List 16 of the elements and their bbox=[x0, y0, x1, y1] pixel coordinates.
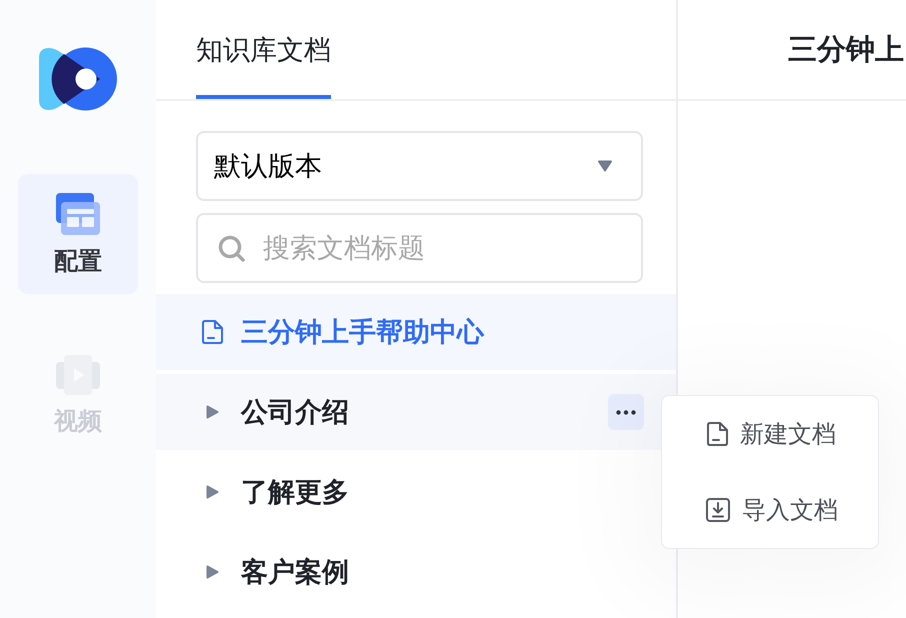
caret-down-icon bbox=[597, 160, 613, 172]
logo-icon bbox=[39, 47, 117, 111]
tree-item[interactable]: 三分钟上手帮助中心 bbox=[156, 294, 676, 370]
tab[interactable]: 知识库文档 bbox=[196, 0, 331, 99]
more-icon bbox=[616, 410, 636, 414]
document-icon bbox=[201, 320, 223, 344]
nav-item[interactable]: 配置 bbox=[18, 174, 138, 294]
document-title: 三分钟上 bbox=[788, 30, 904, 68]
search-field[interactable]: 搜索文档标题 bbox=[196, 213, 643, 283]
version-select[interactable]: 默认版本 bbox=[196, 131, 643, 201]
search-icon bbox=[218, 235, 245, 262]
document-icon bbox=[706, 422, 728, 446]
tree-item[interactable]: 公司介绍 bbox=[156, 374, 676, 450]
download-icon bbox=[706, 498, 730, 522]
more-button[interactable] bbox=[608, 394, 644, 430]
layout-icon bbox=[56, 193, 100, 235]
